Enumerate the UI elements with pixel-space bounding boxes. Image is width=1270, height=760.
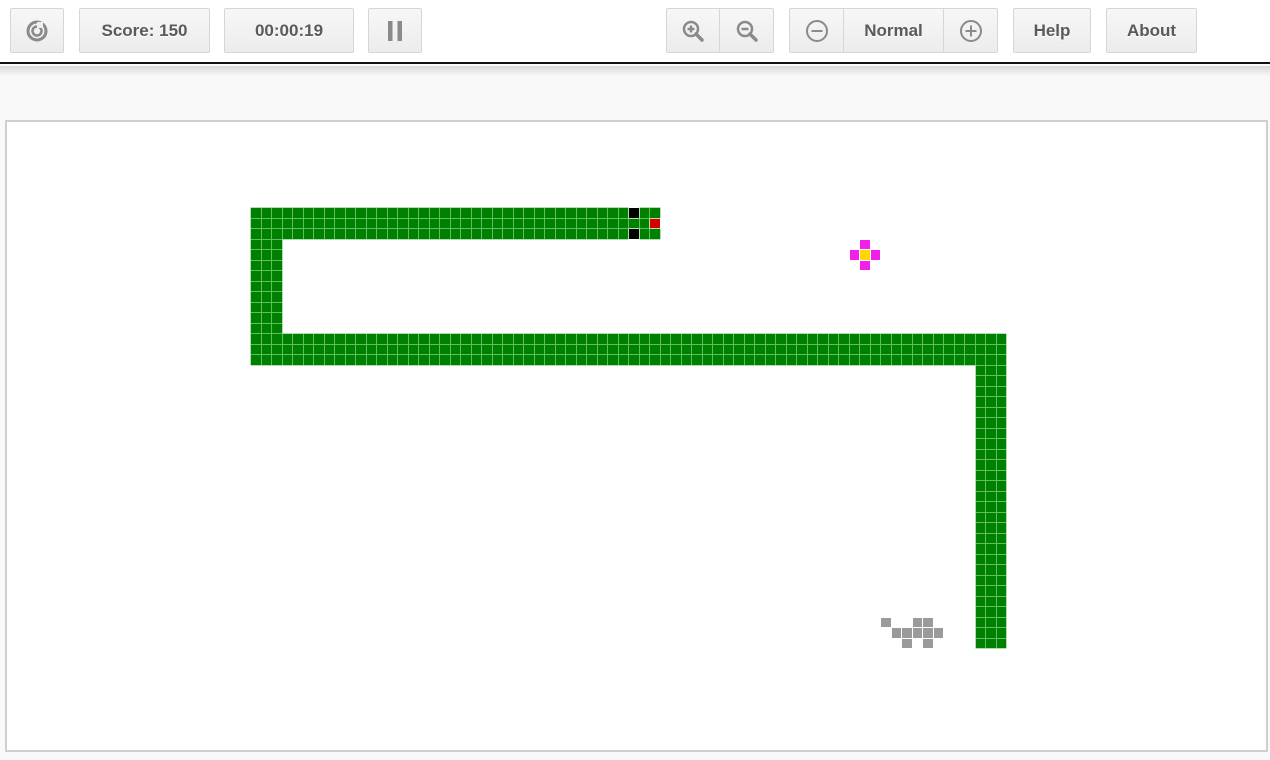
timer-display: 00:00:19 (224, 8, 354, 53)
about-label: About (1126, 20, 1177, 40)
zoom-out-icon (734, 18, 760, 44)
restart-button[interactable] (10, 8, 64, 53)
score-label: Score: 150 (101, 20, 188, 40)
help-button[interactable]: Help (1013, 8, 1091, 53)
toolbar-shadow (0, 66, 1270, 76)
pause-icon (385, 19, 405, 43)
speed-label: Normal (864, 20, 923, 40)
speed-display: Normal (843, 8, 944, 53)
game-board[interactable] (5, 120, 1268, 752)
zoom-in-icon (680, 18, 706, 44)
pause-button[interactable] (368, 8, 422, 53)
minus-circle-icon (804, 18, 830, 44)
zoom-out-button[interactable] (719, 8, 774, 53)
speed-down-button[interactable] (789, 8, 844, 53)
timer-label: 00:00:19 (254, 20, 324, 40)
zoom-in-button[interactable] (666, 8, 720, 53)
toolbar: Score: 150 00:00:19 Normal Help About (0, 0, 1270, 64)
restart-icon (25, 19, 49, 43)
speed-up-button[interactable] (943, 8, 998, 53)
score-display: Score: 150 (79, 8, 210, 53)
plus-circle-icon (958, 18, 984, 44)
help-label: Help (1033, 20, 1071, 40)
about-button[interactable]: About (1106, 8, 1197, 53)
